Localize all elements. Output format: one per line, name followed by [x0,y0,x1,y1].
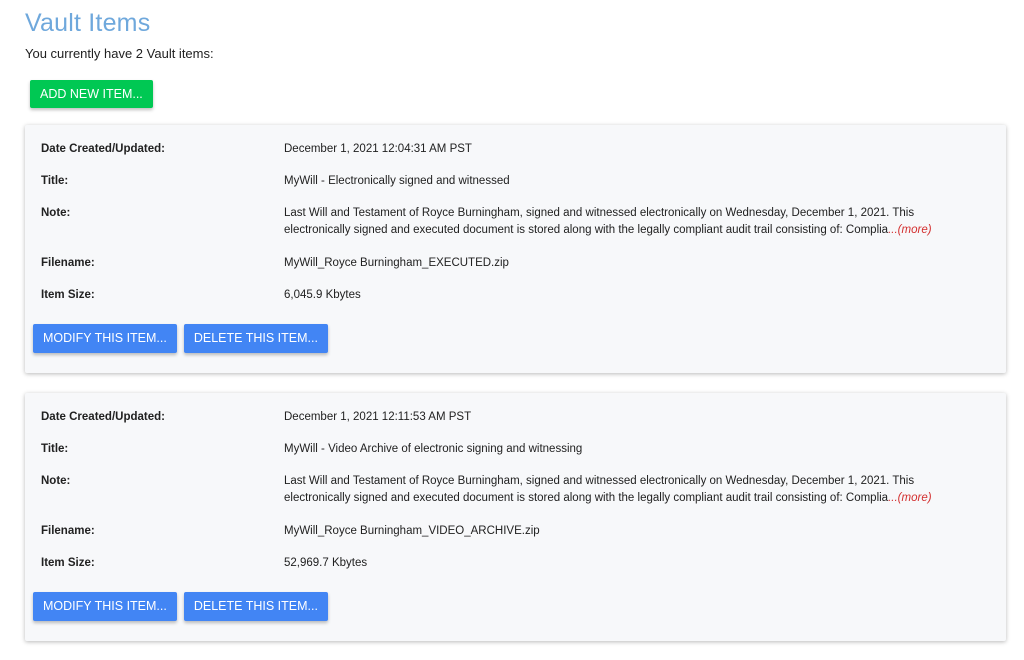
filename-label: Filename: [41,525,95,537]
title-value: MyWill - Electronically signed and witne… [284,175,510,187]
page-title: Vault Items [25,9,151,37]
more-link[interactable]: ...(more) [888,224,931,236]
note-text: Last Will and Testament of Royce Burning… [284,207,915,236]
filename-label: Filename: [41,257,95,269]
vault-item-card: Date Created/Updated: December 1, 2021 1… [25,393,1006,641]
card-actions: MODIFY THIS ITEM... DELETE THIS ITEM... [33,592,335,621]
date-label: Date Created/Updated: [41,411,165,423]
title-label: Title: [41,443,69,455]
vault-item-card: Date Created/Updated: December 1, 2021 1… [25,125,1006,373]
size-label: Item Size: [41,289,95,301]
modify-item-button[interactable]: MODIFY THIS ITEM... [33,592,177,621]
title-label: Title: [41,175,69,187]
filename-value: MyWill_Royce Burningham_VIDEO_ARCHIVE.zi… [284,525,540,537]
note-label: Note: [41,207,71,219]
modify-item-button[interactable]: MODIFY THIS ITEM... [33,324,177,353]
note-label: Note: [41,475,71,487]
delete-item-button[interactable]: DELETE THIS ITEM... [183,324,328,353]
date-value: December 1, 2021 12:11:53 AM PST [284,411,472,423]
size-value: 52,969.7 Kbytes [284,557,368,569]
date-label: Date Created/Updated: [41,143,165,155]
delete-item-button[interactable]: DELETE THIS ITEM... [183,592,328,621]
filename-value: MyWill_Royce Burningham_EXECUTED.zip [284,257,509,269]
item-count-text: You currently have 2 Vault items: [25,46,214,61]
note-value: Last Will and Testament of Royce Burning… [284,473,976,507]
size-value: 6,045.9 Kbytes [284,289,361,301]
more-link[interactable]: ...(more) [888,492,931,504]
note-value: Last Will and Testament of Royce Burning… [284,205,976,239]
note-text: Last Will and Testament of Royce Burning… [284,475,915,504]
add-new-item-button[interactable]: ADD NEW ITEM... [30,80,153,108]
card-actions: MODIFY THIS ITEM... DELETE THIS ITEM... [33,324,335,353]
size-label: Item Size: [41,557,95,569]
title-value: MyWill - Video Archive of electronic sig… [284,443,583,455]
date-value: December 1, 2021 12:04:31 AM PST [284,143,472,155]
